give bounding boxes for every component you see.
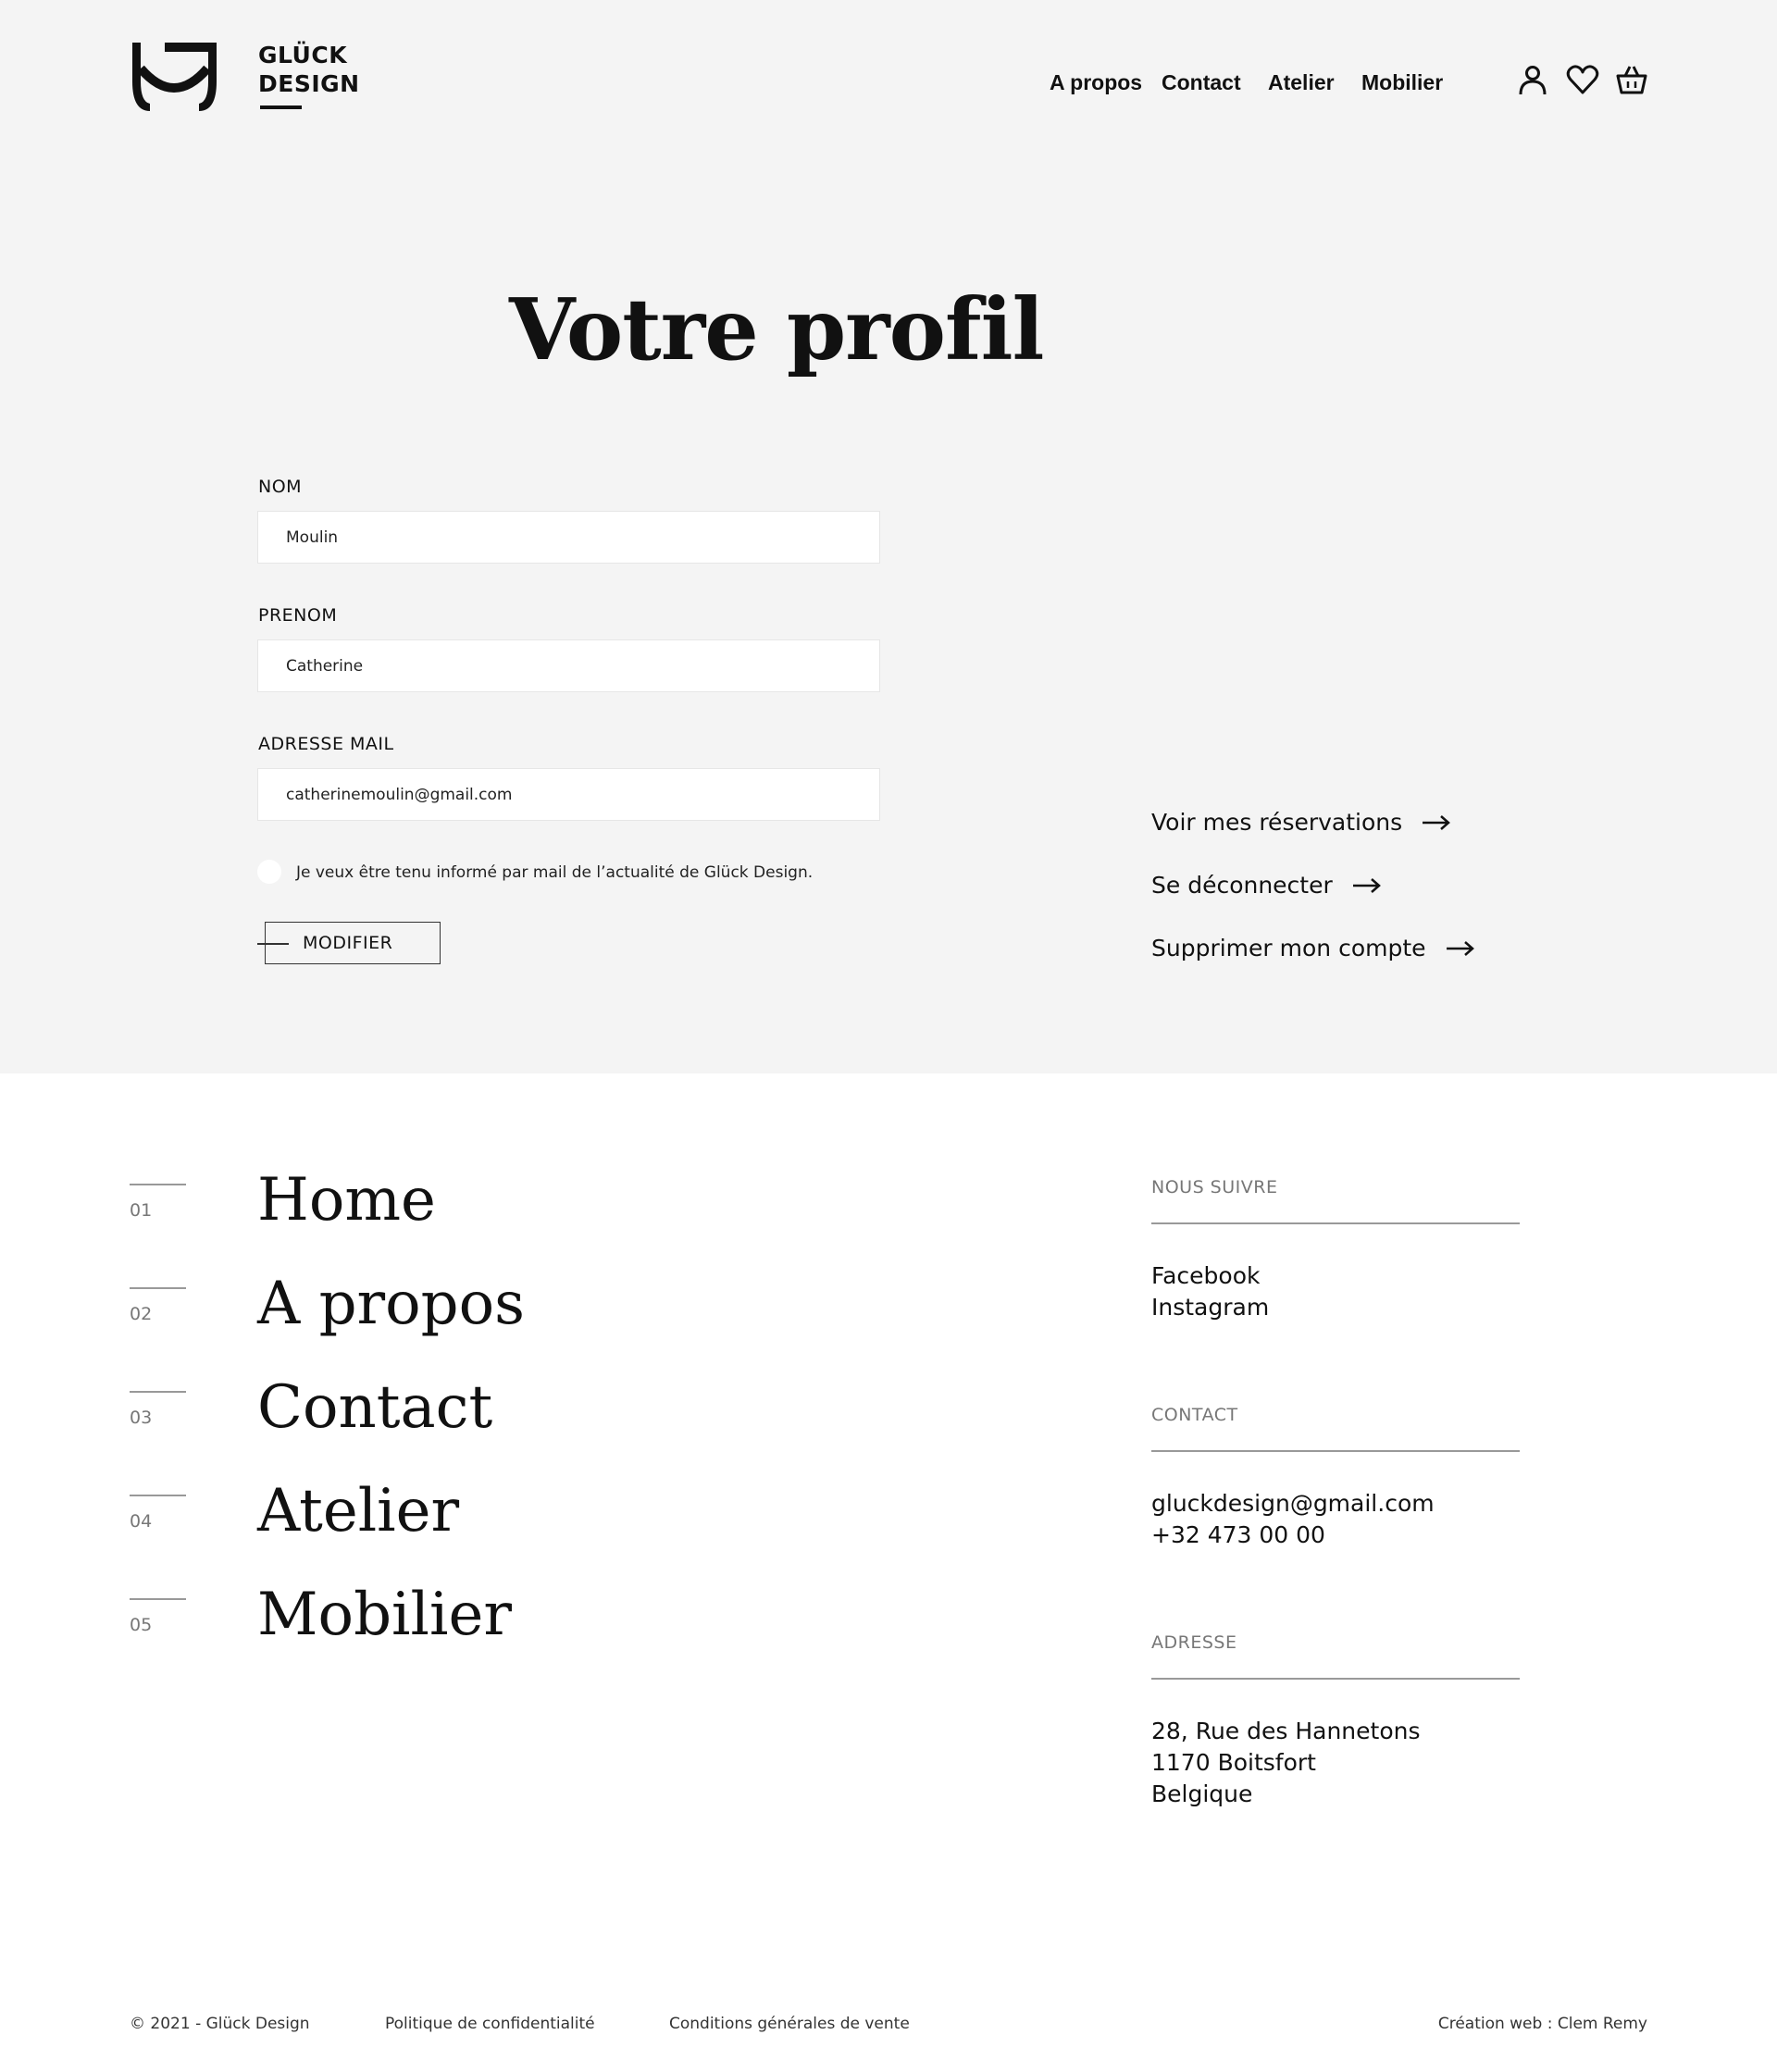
address-line: 1170 Boitsfort bbox=[1151, 1749, 1316, 1776]
address-rule bbox=[1151, 1678, 1520, 1680]
footer-nav-number: 01 bbox=[130, 1200, 153, 1221]
facebook-link[interactable]: Facebook bbox=[1151, 1260, 1269, 1292]
follow-rule bbox=[1151, 1222, 1520, 1224]
copyright: © 2021 - Glück Design bbox=[130, 2015, 310, 2033]
nav-a-propos-label: A propos bbox=[1050, 70, 1143, 94]
nav-contact-label: Contact bbox=[1162, 70, 1241, 94]
email-input[interactable] bbox=[257, 768, 880, 821]
credit-link[interactable]: Création web : Clem Remy bbox=[1438, 2015, 1647, 2033]
user-icon[interactable] bbox=[1516, 63, 1549, 96]
basket-icon[interactable] bbox=[1615, 63, 1648, 96]
arrow-right-icon bbox=[1423, 814, 1451, 830]
reservations-link[interactable]: Voir mes réservations bbox=[1151, 809, 1451, 836]
footer-nav-number: 02 bbox=[130, 1304, 153, 1324]
footer-nav-rule bbox=[130, 1391, 186, 1393]
heart-icon[interactable] bbox=[1566, 63, 1599, 96]
gluck-logo-icon[interactable] bbox=[130, 41, 218, 111]
delete-account-link[interactable]: Supprimer mon compte bbox=[1151, 935, 1474, 962]
footer-nav-home[interactable]: Home bbox=[257, 1166, 436, 1235]
follow-links: Facebook Instagram bbox=[1151, 1260, 1269, 1323]
arrow-right-icon bbox=[1352, 877, 1381, 893]
nom-input[interactable] bbox=[257, 511, 880, 564]
newsletter-checkbox[interactable] bbox=[257, 860, 281, 884]
footer-nav-atelier[interactable]: Atelier bbox=[257, 1477, 459, 1545]
brand-underline bbox=[260, 105, 302, 109]
modify-button[interactable]: MODIFIER bbox=[265, 922, 441, 964]
contact-heading: CONTACT bbox=[1151, 1405, 1238, 1425]
contact-lines: gluckdesign@gmail.com +32 473 00 00 bbox=[1151, 1488, 1435, 1551]
nav-mobilier[interactable]: Mobilier bbox=[1361, 70, 1443, 95]
footer-nav-rule bbox=[130, 1184, 186, 1185]
follow-heading: NOUS SUIVRE bbox=[1151, 1177, 1278, 1197]
footer-nav-rule bbox=[130, 1287, 186, 1289]
contact-email[interactable]: gluckdesign@gmail.com bbox=[1151, 1488, 1435, 1520]
footer-nav-rule bbox=[130, 1495, 186, 1496]
contact-phone[interactable]: +32 473 00 00 bbox=[1151, 1520, 1435, 1551]
logout-link[interactable]: Se déconnecter bbox=[1151, 872, 1381, 899]
brand-name[interactable]: GLÜCK DESIGN bbox=[258, 41, 360, 98]
privacy-link[interactable]: Politique de confidentialité bbox=[385, 2015, 595, 2033]
nav-atelier-label: Atelier bbox=[1268, 70, 1335, 94]
address-line: Belgique bbox=[1151, 1780, 1253, 1807]
address-heading: ADRESSE bbox=[1151, 1632, 1237, 1653]
brand-line-1: GLÜCK bbox=[258, 42, 348, 68]
logout-link-label: Se déconnecter bbox=[1151, 872, 1333, 899]
brand-line-2: DESIGN bbox=[258, 70, 360, 97]
terms-link[interactable]: Conditions générales de vente bbox=[669, 2015, 910, 2033]
footer-nav-number: 03 bbox=[130, 1408, 153, 1428]
email-label: ADRESSE MAIL bbox=[258, 734, 394, 754]
arrow-right-icon bbox=[1446, 940, 1474, 956]
nav-contact[interactable]: Contact bbox=[1162, 70, 1241, 95]
nav-mobilier-label: Mobilier bbox=[1361, 70, 1444, 94]
instagram-link[interactable]: Instagram bbox=[1151, 1292, 1269, 1323]
prenom-label: PRENOM bbox=[258, 605, 338, 626]
footer-nav-contact[interactable]: Contact bbox=[257, 1373, 492, 1442]
footer-nav-a-propos[interactable]: A propos bbox=[257, 1270, 525, 1338]
reservations-link-label: Voir mes réservations bbox=[1151, 809, 1403, 836]
page-title: Votre profil bbox=[509, 279, 1044, 379]
address-lines: 28, Rue des Hannetons 1170 Boitsfort Bel… bbox=[1151, 1716, 1421, 1810]
footer-nav-mobilier[interactable]: Mobilier bbox=[257, 1581, 512, 1649]
prenom-input[interactable] bbox=[257, 639, 880, 692]
footer-nav-number: 05 bbox=[130, 1615, 153, 1635]
nav-atelier[interactable]: Atelier bbox=[1268, 70, 1335, 95]
contact-rule bbox=[1151, 1450, 1520, 1452]
footer-nav-number: 04 bbox=[130, 1511, 153, 1532]
nom-label: NOM bbox=[258, 477, 303, 497]
delete-account-link-label: Supprimer mon compte bbox=[1151, 935, 1426, 962]
newsletter-label: Je veux être tenu informé par mail de l’… bbox=[296, 863, 814, 882]
footer-nav-rule bbox=[130, 1598, 186, 1600]
address-line: 28, Rue des Hannetons bbox=[1151, 1718, 1421, 1744]
nav-a-propos[interactable]: A propos bbox=[1050, 70, 1142, 95]
